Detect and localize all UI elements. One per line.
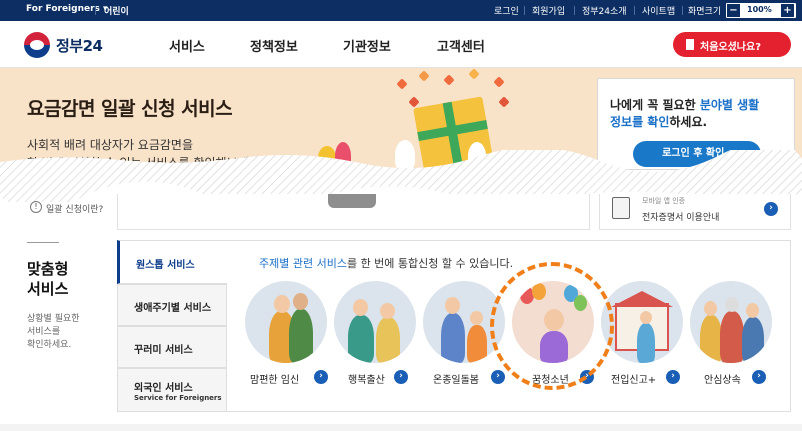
cert-line1: 모바일 앱 인증 bbox=[642, 197, 686, 205]
zoom-control: − 100% + bbox=[726, 3, 796, 18]
page-bottom-edge bbox=[0, 424, 802, 431]
panel-heading: 주제별 관련 서비스를 한 번에 통합신청 할 수 있습니다. bbox=[259, 255, 513, 271]
tab-lifecycle[interactable]: 생애주기별 서비스 bbox=[117, 284, 227, 326]
arrow-right-icon[interactable]: › bbox=[764, 202, 778, 216]
login-box-text: 나에게 꼭 필요한 bbox=[610, 98, 700, 112]
signup-link[interactable]: 회원가입 bbox=[532, 4, 565, 17]
pregnancy-illustration bbox=[245, 281, 327, 363]
tab-sublabel: Service for Foreigners bbox=[134, 394, 222, 402]
nav-item-policy[interactable]: 정책정보 bbox=[250, 36, 298, 55]
cert-line2: 전자증명서 이용안내 bbox=[642, 213, 720, 223]
nav-item-service[interactable]: 서비스 bbox=[169, 36, 205, 55]
tab-label: 원스톱 서비스 bbox=[136, 260, 195, 271]
tab-label: 외국인 서비스 bbox=[134, 383, 193, 394]
sitemap-link[interactable]: 사이트맵 bbox=[642, 4, 675, 17]
gov-logo-icon[interactable] bbox=[24, 32, 50, 58]
nav-item-customer[interactable]: 고객센터 bbox=[437, 36, 485, 55]
zoom-value: 100% bbox=[747, 5, 772, 14]
login-box-text: 하세요. bbox=[669, 115, 708, 129]
service-item-birth[interactable]: 행복출산 › bbox=[334, 281, 416, 401]
tab-label: 꾸러미 서비스 bbox=[134, 345, 193, 356]
first-visit-button[interactable]: 처음오셨나요? bbox=[673, 32, 791, 57]
section-desc-line2: 서비스를 bbox=[27, 327, 61, 337]
login-box-highlight: 분야별 생활 bbox=[699, 98, 760, 112]
main-header: 정부24 서비스 정책정보 기관정보 고객센터 처음오셨나요? bbox=[0, 21, 802, 68]
kids-link[interactable]: 어린이 bbox=[104, 4, 129, 17]
service-item-inheritance[interactable]: 안심상속 › bbox=[690, 281, 772, 401]
certificate-icon bbox=[612, 197, 630, 219]
bulk-apply-help-link[interactable]: 일괄 신청이란? bbox=[46, 202, 103, 215]
service-item-pregnancy[interactable]: 맘편한 임신 › bbox=[245, 281, 328, 401]
about-link[interactable]: 정부24소개 bbox=[582, 4, 627, 17]
section-desc-line3: 확인하세요. bbox=[27, 340, 72, 350]
inheritance-illustration bbox=[690, 281, 772, 363]
panel-heading-highlight: 주제별 관련 서비스 bbox=[259, 257, 347, 270]
divider bbox=[95, 6, 96, 15]
login-link[interactable]: 로그인 bbox=[494, 4, 519, 17]
zoom-label: 화면크기 bbox=[688, 7, 722, 17]
zoom-in-button[interactable]: + bbox=[781, 4, 794, 17]
login-box-highlight: 정보를 확인 bbox=[610, 115, 670, 129]
zoom-out-button[interactable]: − bbox=[727, 4, 740, 17]
arrow-right-icon: › bbox=[314, 370, 328, 384]
banner-title: 요금감면 일괄 신청 서비스 bbox=[27, 98, 233, 120]
tab-label: 생애주기별 서비스 bbox=[134, 303, 212, 314]
tab-foreigner[interactable]: 외국인 서비스 Service for Foreigners bbox=[117, 368, 227, 412]
section-title-line2: 서비스 bbox=[27, 280, 69, 298]
highlight-ring bbox=[490, 262, 614, 390]
divider bbox=[682, 6, 683, 15]
arrow-right-icon: › bbox=[394, 370, 408, 384]
panel-heading-text: 를 한 번에 통합신청 할 수 있습니다. bbox=[346, 257, 514, 270]
logo-text[interactable]: 정부24 bbox=[56, 35, 103, 56]
divider bbox=[634, 6, 635, 15]
banner-pager-card bbox=[117, 194, 590, 230]
bookmark-icon bbox=[686, 39, 694, 50]
section-desc-line1: 상황별 필요한 bbox=[27, 314, 80, 324]
arrow-right-icon: › bbox=[666, 370, 680, 384]
tab-onestop[interactable]: 원스톱 서비스 bbox=[117, 240, 227, 284]
service-tabs: 원스톱 서비스 생애주기별 서비스 꾸러미 서비스 외국인 서비스 Servic… bbox=[117, 240, 227, 412]
birth-illustration bbox=[334, 281, 416, 363]
arrow-right-icon: › bbox=[752, 370, 766, 384]
info-icon[interactable]: ! bbox=[30, 201, 42, 213]
section-title-line1: 맞춤형 bbox=[27, 260, 69, 278]
section-divider bbox=[27, 242, 59, 243]
top-utility-bar: For Foreigners ▾ 어린이 로그인 회원가입 정부24소개 사이트… bbox=[0, 0, 802, 21]
divider bbox=[574, 6, 575, 15]
first-visit-label: 처음오셨나요? bbox=[700, 42, 762, 53]
tab-package[interactable]: 꾸러미 서비스 bbox=[117, 326, 227, 368]
service-item-move-in[interactable]: 전입신고+ › bbox=[601, 281, 683, 401]
divider bbox=[524, 6, 525, 15]
nav-item-agency[interactable]: 기관정보 bbox=[343, 36, 391, 55]
banner-pager-control[interactable] bbox=[328, 194, 376, 208]
arrow-right-icon: › bbox=[491, 370, 505, 384]
e-certificate-card[interactable]: 모바일 앱 인증 전자증명서 이용안내 › bbox=[599, 194, 791, 230]
